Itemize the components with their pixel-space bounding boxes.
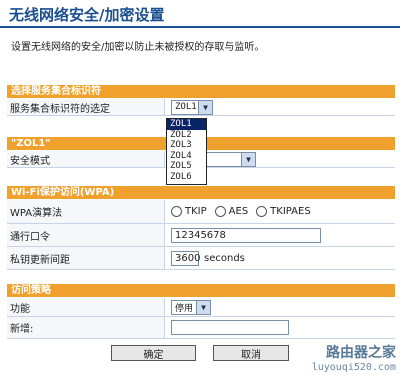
passphrase-input[interactable]: 12345678	[171, 227, 321, 243]
function-select-value: 停用	[175, 303, 194, 314]
radio-circle-icon[interactable]	[256, 206, 268, 217]
function-select[interactable]: 停用 ▼	[171, 299, 211, 315]
ssid-option[interactable]: ZOL2	[167, 130, 206, 141]
page-description: 设置无线网络的安全/加密以防止未被授权的存取与监听。	[11, 42, 265, 53]
section-header-policy: 访问策略	[7, 284, 395, 297]
passphrase-row: 通行口令 12345678	[7, 224, 395, 247]
radio-circle-icon[interactable]	[214, 206, 226, 217]
rekey-unit: seconds	[204, 252, 245, 264]
add-label: 新增:	[7, 317, 165, 338]
add-input[interactable]	[171, 320, 289, 335]
page-title: 无线网络安全/加密设置	[9, 6, 165, 24]
ssid-option[interactable]: ZOL4	[167, 151, 206, 162]
section-header-ssid: 选择服务集合标识符	[7, 85, 395, 98]
ssid-option[interactable]: ZOL6	[167, 172, 206, 183]
wpa-algorithm-label: WPA演算法	[7, 200, 165, 223]
ssid-dropdown-list[interactable]: ZOL1 ZOL2 ZOL3 ZOL4 ZOL5 ZOL6	[166, 118, 207, 185]
section-header-wpa: Wi-Fi保护访问(WPA)	[7, 186, 395, 199]
radio-tkipaes[interactable]: TKIPAES	[256, 206, 311, 217]
ssid-option[interactable]: ZOL1	[167, 119, 206, 130]
ok-button[interactable]: 确定	[111, 345, 196, 361]
radio-tkip[interactable]: TKIP	[171, 206, 207, 217]
ssid-label: 服务集合标识符的选定	[7, 99, 165, 115]
function-row: 功能 停用 ▼	[7, 298, 395, 317]
rekey-label: 私钥更新间距	[7, 247, 165, 269]
title-divider	[0, 26, 400, 28]
ssid-select[interactable]: ZOL1 ▼	[171, 99, 213, 115]
chevron-down-icon[interactable]: ▼	[198, 100, 212, 114]
radio-aes[interactable]: AES	[214, 206, 248, 217]
ssid-option[interactable]: ZOL3	[167, 140, 206, 151]
rekey-row: 私钥更新间距 3600 seconds	[7, 247, 395, 270]
passphrase-label: 通行口令	[7, 224, 165, 246]
ssid-row: 服务集合标识符的选定 ZOL1 ▼	[7, 99, 395, 116]
ssid-select-value: ZOL1	[175, 102, 197, 112]
watermark-logo: 路由器之家 luyouqi520.com	[311, 345, 396, 373]
security-mode-label: 安全模式	[7, 151, 165, 167]
radio-circle-icon[interactable]	[171, 206, 182, 217]
cancel-button[interactable]: 取消	[213, 345, 289, 361]
wpa-algorithm-row: WPA演算法 TKIP AES TKIPAES	[7, 200, 395, 224]
ssid-option[interactable]: ZOL5	[167, 161, 206, 172]
add-row: 新增:	[7, 317, 395, 339]
function-label: 功能	[7, 298, 165, 316]
rekey-input[interactable]: 3600	[171, 250, 200, 266]
chevron-down-icon[interactable]: ▼	[241, 152, 255, 166]
chevron-down-icon[interactable]: ▼	[196, 300, 210, 314]
